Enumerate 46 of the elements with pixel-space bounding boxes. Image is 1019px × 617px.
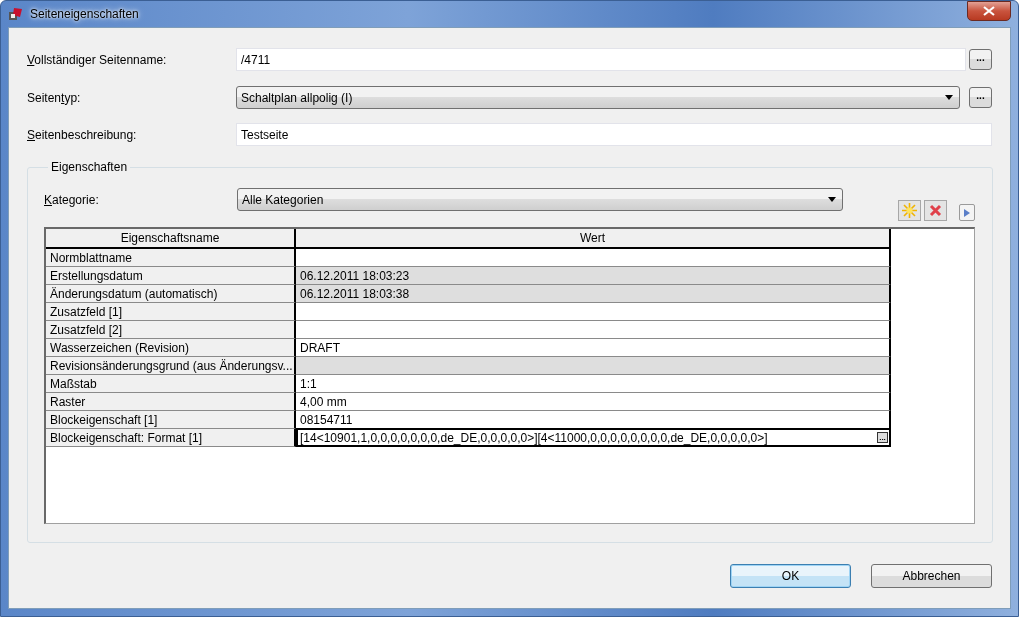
column-header[interactable]: Wert: [296, 229, 891, 249]
table-cell: Zusatzfeld [1]: [46, 303, 296, 321]
table-cell: Änderungsdatum (automatisch): [46, 285, 296, 303]
table-cell: DRAFT: [296, 339, 891, 357]
table-cell: Blockeigenschaft [1]: [46, 411, 296, 429]
dialog-button[interactable]: Abbrechen: [871, 564, 992, 588]
close-icon: [983, 6, 995, 16]
close-button[interactable]: [967, 1, 1011, 21]
field-label: Seitenbeschreibung:: [27, 127, 138, 142]
browse-button[interactable]: ...: [969, 49, 992, 70]
window-title: Seiteneigenschaften: [30, 7, 139, 21]
delete-button[interactable]: [924, 200, 947, 221]
table-cell: 06.12.2011 18:03:38: [296, 285, 891, 303]
table-cell: 06.12.2011 18:03:23: [296, 267, 891, 285]
field-label: Seitentyp:: [27, 90, 82, 105]
browse-button[interactable]: ...: [969, 87, 992, 108]
table-cell: 4,00 mm: [296, 393, 891, 411]
category-label: Kategorie:: [44, 192, 99, 207]
table-cell: Raster: [46, 393, 296, 411]
triangle-icon: [964, 208, 970, 217]
column-header[interactable]: Eigenschaftsname: [46, 229, 296, 249]
table-cell: Blockeigenschaft: Format [1]: [46, 429, 296, 447]
text-field[interactable]: /4711: [236, 48, 966, 71]
new-button[interactable]: [898, 200, 921, 221]
table-cell: Maßstab: [46, 375, 296, 393]
cell-value: [14<10901,1,0,0,0,0,0,0,0,de_DE,0,0,0,0,0>][4<11000,0,0,0,0,0,0,0,0,de_DE,0,0,0,0,0>]: [300, 430, 768, 445]
page-type-dropdown[interactable]: Schaltplan allpolig (I): [236, 86, 960, 109]
cross-icon: [929, 204, 942, 217]
caret-icon: [828, 197, 836, 202]
table-cell: Revisionsänderungsgrund (aus Änderungsv...: [46, 357, 296, 375]
table-cell: 1:1: [296, 375, 891, 393]
caret-icon: [945, 95, 953, 100]
sparkle-icon: [902, 203, 917, 218]
table-cell: Normblattname: [46, 249, 296, 267]
expand-button[interactable]: [959, 204, 975, 221]
field-label: Vollständiger Seitenname:: [27, 52, 168, 67]
table-cell: Zusatzfeld [2]: [46, 321, 296, 339]
value-editor[interactable]: [14<10901,1,0,0,0,0,0,0,0,de_DE,0,0,0,0,0>][4<11000,0,0,0,0,0,0,0,0,de_DE,0,0,0,0,0>] ...: [296, 428, 891, 447]
table-cell: Wasserzeichen (Revision): [46, 339, 296, 357]
dialog-button[interactable]: OK: [730, 564, 851, 588]
category-dropdown[interactable]: Alle Kategorien: [237, 188, 843, 211]
app-icon: [8, 6, 24, 22]
table-cell: Erstellungsdatum: [46, 267, 296, 285]
ellipsis-button[interactable]: ...: [877, 432, 888, 443]
text-field[interactable]: Testseite: [236, 123, 992, 146]
group-title: Eigenschaften: [50, 160, 129, 174]
